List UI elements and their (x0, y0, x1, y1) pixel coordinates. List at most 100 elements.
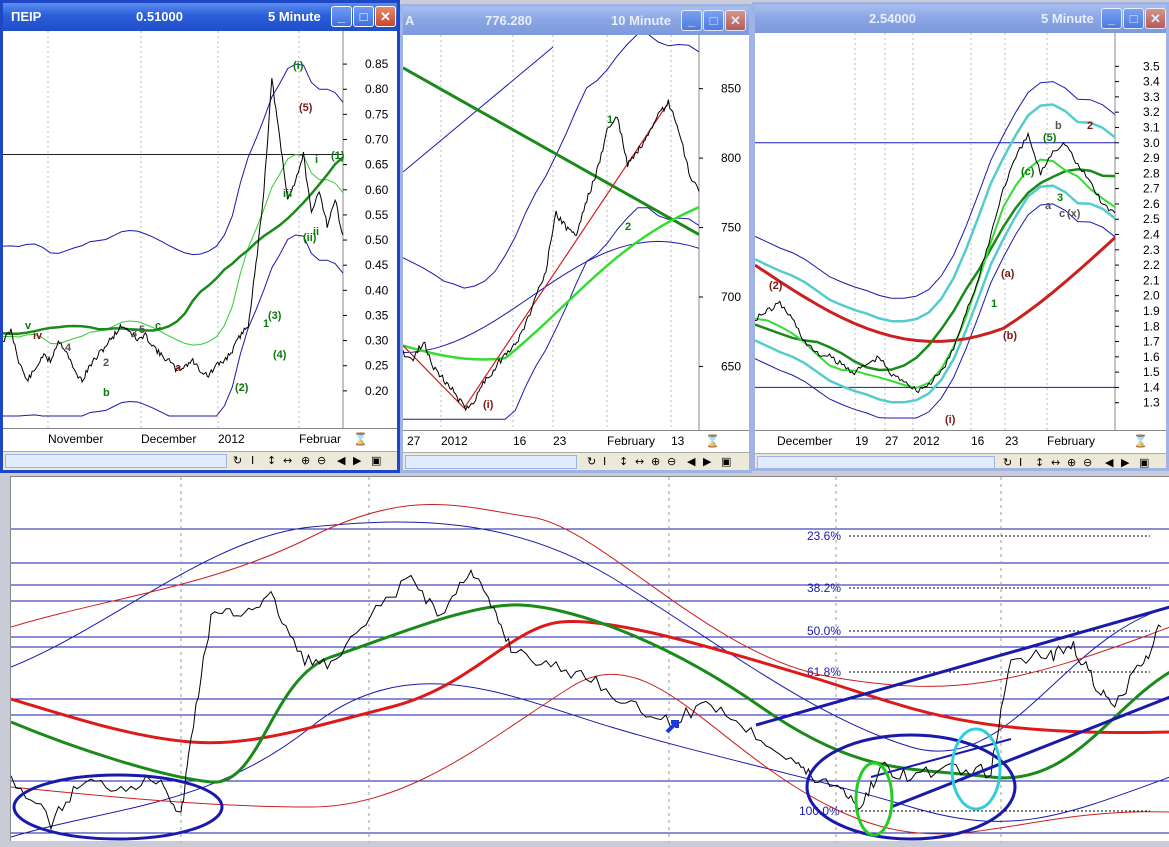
cursor-icon[interactable]: I (1019, 456, 1022, 468)
x-label: 23 (1005, 434, 1019, 448)
close-button[interactable]: ✕ (375, 6, 396, 27)
wave-label: (a) (1001, 268, 1015, 280)
y-tick-label: 700 (721, 290, 741, 304)
zoom-in-icon[interactable]: ⊕ (1067, 456, 1076, 468)
wave-label: (b) (1003, 330, 1017, 342)
wave-label: ii (313, 226, 319, 238)
window-interval: 5 Minute (1041, 11, 1094, 26)
y-tick-label: 2.0 (1143, 289, 1160, 303)
red-ma-line (755, 236, 1117, 343)
refresh-icon[interactable]: ↻ (233, 454, 242, 467)
wave-label: (1) (331, 150, 345, 162)
minimize-button[interactable]: _ (1101, 8, 1122, 29)
wave-label: a (175, 362, 182, 374)
wave-label: v (25, 320, 32, 332)
wave-label: (5) (299, 102, 313, 114)
maximize-button[interactable]: □ (1123, 8, 1144, 29)
title-bar[interactable]: A 776.280 10 Minute _ □ ✕ (403, 7, 749, 35)
scroll-right-icon[interactable]: ▶ (1121, 456, 1129, 468)
zoom-in-icon[interactable]: ⊕ (651, 455, 660, 468)
y-tick-label: 1.3 (1143, 396, 1160, 410)
main-chart-svg: 23.6%38.2%50.0%61.8%100.0% (10, 477, 1169, 842)
price-plot[interactable]: 850 800 750 700 650 (i) 1 2 (403, 33, 749, 430)
price-line (3, 78, 344, 384)
vertical-scroll-icon[interactable]: ↕ (619, 455, 628, 468)
x-label: November (48, 432, 104, 446)
wave-label: 2 (625, 221, 631, 233)
vertical-scroll-icon[interactable]: ↕ (1035, 456, 1044, 468)
x-label: 2012 (913, 434, 940, 448)
nav-toolbar: ↻ I ↕ ↔ ⊕ ⊖ ◀ ▶ ▣ (403, 452, 749, 470)
chart-window-1[interactable]: ΠΕΙΡ 0.51000 5 Minute _ □ ✕ 0.85 0.80 0.75… (0, 0, 400, 473)
vertical-scroll-icon[interactable]: ↕ (267, 454, 276, 467)
maximize-button[interactable]: □ (703, 10, 724, 31)
y-tick-label: 650 (721, 359, 741, 373)
zoom-out-icon[interactable]: ⊖ (667, 455, 676, 468)
y-tick-label: 0.50 (365, 233, 389, 247)
cursor-icon[interactable]: I (251, 454, 254, 467)
refresh-icon[interactable]: ↻ (587, 455, 596, 468)
wave-label: 2 (103, 357, 109, 369)
zoom-in-icon[interactable]: ⊕ (301, 454, 310, 467)
y-tick-label: 0.80 (365, 82, 389, 96)
refresh-icon[interactable]: ↻ (1003, 456, 1012, 468)
x-axis: December 19 27 2012 16 23 February ⌛ (755, 430, 1166, 452)
zoom-out-icon[interactable]: ⊖ (1083, 456, 1092, 468)
nav-toolbar: ↻ I ↕ ↔ ⊕ ⊖ ◀ ▶ ▣ (755, 453, 1166, 468)
wave-label: (3) (268, 310, 282, 322)
scrollbar[interactable] (405, 455, 577, 469)
pan-icon[interactable]: ↔ (283, 454, 292, 467)
y-tick-label: 0.25 (365, 359, 389, 373)
title-bar[interactable]: ΠΕΙΡ 0.51000 5 Minute _ □ ✕ (3, 3, 397, 31)
minimize-button[interactable]: _ (331, 6, 352, 27)
minimize-button[interactable]: _ (681, 10, 702, 31)
alarm-icon[interactable]: ⌛ (705, 434, 720, 448)
cursor-icon[interactable]: I (603, 455, 606, 468)
y-tick-label: 0.35 (365, 308, 389, 322)
main-chart-panel[interactable]: 23.6% 38.2% 50.0% 61.8% 100.0% (10, 476, 1169, 842)
close-button[interactable]: ✕ (725, 10, 746, 31)
chart-window-2[interactable]: A 776.280 10 Minute _ □ ✕ 850 800 750 700 65… (400, 4, 752, 473)
wave-label: (5) (1043, 132, 1057, 144)
y-tick-label: 2.8 (1143, 166, 1160, 180)
x-label: February (1047, 434, 1096, 448)
highlight-ellipse (12, 773, 224, 841)
scroll-left-icon[interactable]: ◀ (1105, 456, 1113, 468)
scroll-right-icon[interactable]: ▶ (703, 455, 711, 468)
scrollbar[interactable] (757, 456, 995, 468)
x-label: 16 (971, 434, 985, 448)
scroll-right-icon[interactable]: ▶ (353, 454, 361, 467)
zoom-out-icon[interactable]: ⊖ (317, 454, 326, 467)
chart-window-3[interactable]: 2.54000 5 Minute _ □ ✕ 3.5 3.4 3.3 3.2 3.1 3.… (752, 2, 1169, 471)
scroll-left-icon[interactable]: ◀ (337, 454, 345, 467)
price-plot[interactable]: 0.85 0.80 0.75 0.70 0.65 0.60 0.55 0.50 0.45 0.40… (3, 31, 397, 428)
y-tick-label: 0.45 (365, 258, 389, 272)
price-plot[interactable]: 3.5 3.4 3.3 3.2 3.1 3.0 2.9 2.8 2.7 2.6 2.5 2.4 2.3 2… (755, 33, 1166, 430)
y-tick-label: 0.65 (365, 158, 389, 172)
x-axis: 27 2012 16 23 February 13 ⌛ (403, 430, 749, 452)
y-tick-label: 0.40 (365, 283, 389, 297)
alarm-icon[interactable]: ⌛ (1133, 434, 1148, 448)
alarm-icon[interactable]: ⌛ (353, 432, 368, 446)
upper-band-line (3, 63, 344, 256)
price-chart-svg: 3.53.43.33.23.13.02.92.82.72.62.52.42.32… (755, 33, 1160, 430)
x-label: 16 (513, 434, 527, 448)
layout-icon[interactable]: ▣ (1139, 456, 1149, 468)
close-button[interactable]: ✕ (1145, 8, 1166, 29)
wave-label: 4 (65, 342, 72, 354)
pan-icon[interactable]: ↔ (635, 455, 644, 468)
wave-label: 1 (263, 318, 269, 330)
wave-label: 5 (139, 324, 145, 336)
maximize-button[interactable]: □ (353, 6, 374, 27)
price-chart-svg: 0.85 0.80 0.75 0.70 0.65 0.60 0.55 0.50 0.45 0.40… (3, 31, 389, 428)
layout-icon[interactable]: ▣ (371, 454, 381, 467)
title-bar[interactable]: 2.54000 5 Minute _ □ ✕ (755, 5, 1166, 33)
pan-icon[interactable]: ↔ (1051, 456, 1060, 468)
wave-label: b (1055, 120, 1062, 132)
scroll-left-icon[interactable]: ◀ (687, 455, 695, 468)
scrollbar[interactable] (5, 454, 227, 468)
fib-label: 23.6% (807, 529, 841, 543)
fib-label: 38.2% (807, 581, 841, 595)
x-label: 2012 (218, 432, 245, 446)
layout-icon[interactable]: ▣ (721, 455, 731, 468)
